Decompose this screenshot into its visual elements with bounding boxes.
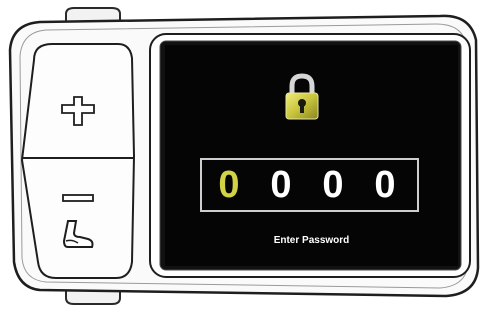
display-screen: 0 0 0 0 Enter Password (165, 45, 458, 266)
plus-icon (61, 96, 95, 126)
minus-button[interactable] (34, 161, 134, 269)
boot-icon (62, 220, 94, 248)
password-digit-4[interactable]: 0 (365, 166, 405, 204)
password-digit-1[interactable]: 0 (209, 166, 249, 204)
password-digit-2[interactable]: 0 (261, 166, 301, 204)
control-pad (26, 39, 140, 285)
password-prompt: Enter Password (273, 235, 350, 246)
plus-button[interactable] (34, 53, 134, 158)
password-entry: 0 0 0 0 (200, 158, 419, 212)
padlock-icon (285, 73, 319, 120)
display-device: 0 0 0 0 Enter Password (0, 0, 486, 309)
password-digit-3[interactable]: 0 (313, 166, 353, 204)
